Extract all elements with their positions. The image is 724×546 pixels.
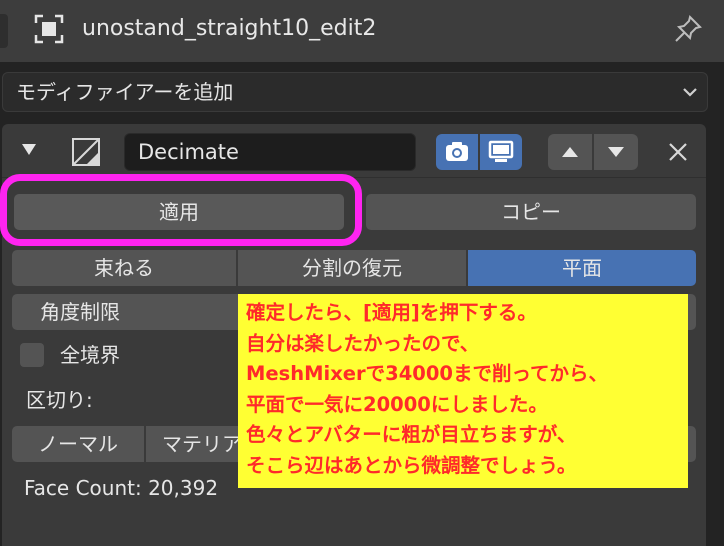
annotation-line: 平面で一気に20000にしました。 — [246, 392, 548, 416]
move-up-button[interactable] — [548, 134, 592, 170]
angle-limit-label: 角度制限 — [40, 300, 120, 324]
decimate-icon — [70, 136, 102, 168]
annotation-line: 自分は楽したかったので、 — [246, 331, 480, 355]
annotation-line: MeshMixerで34000まで削ってから、 — [246, 362, 608, 385]
object-data-icon — [34, 14, 64, 44]
triangle-up-icon — [562, 147, 578, 157]
close-icon[interactable] — [664, 138, 692, 166]
apply-highlight-annotation — [0, 174, 362, 246]
triangle-down-icon — [608, 147, 624, 157]
camera-icon — [446, 142, 468, 161]
chevron-down-icon — [680, 82, 700, 102]
mode-collapse-button[interactable]: 束ねる — [12, 250, 236, 286]
annotation-line: 色々とアバターに粗が目立ちますが、 — [246, 423, 577, 446]
copy-button[interactable]: コピー — [366, 194, 696, 230]
annotation-note: 確定したら、[適用]を押下する。 自分は楽したかったので、 MeshMixerで… — [238, 294, 688, 488]
delimit-label: 区切り: — [26, 388, 93, 412]
annotation-line: 確定したら、[適用]を押下する。 — [246, 301, 537, 324]
mode-planar-button[interactable]: 平面 — [468, 250, 696, 286]
collapse-arrow-icon[interactable] — [20, 140, 38, 158]
monitor-icon — [488, 140, 514, 162]
pin-icon[interactable] — [673, 14, 703, 44]
render-toggle-button[interactable] — [436, 134, 478, 170]
move-down-button[interactable] — [594, 134, 638, 170]
modifier-name-value: Decimate — [138, 140, 239, 164]
delimit-normal-button[interactable]: ノーマル — [12, 426, 144, 462]
mode-unsubdivide-button[interactable]: 分割の復元 — [238, 250, 466, 286]
face-count-label: Face Count: 20,392 — [24, 476, 219, 500]
object-title: unostand_straight10_edit2 — [82, 16, 377, 41]
add-modifier-label: モディファイアーを追加 — [16, 80, 234, 104]
header-left-tab[interactable] — [0, 14, 8, 48]
all-boundaries-label: 全境界 — [60, 343, 120, 367]
all-boundaries-checkbox[interactable] — [20, 343, 44, 367]
viewport-toggle-button[interactable] — [480, 134, 522, 170]
annotation-line: そこら辺はあとから微調整でしょう。 — [246, 453, 577, 477]
